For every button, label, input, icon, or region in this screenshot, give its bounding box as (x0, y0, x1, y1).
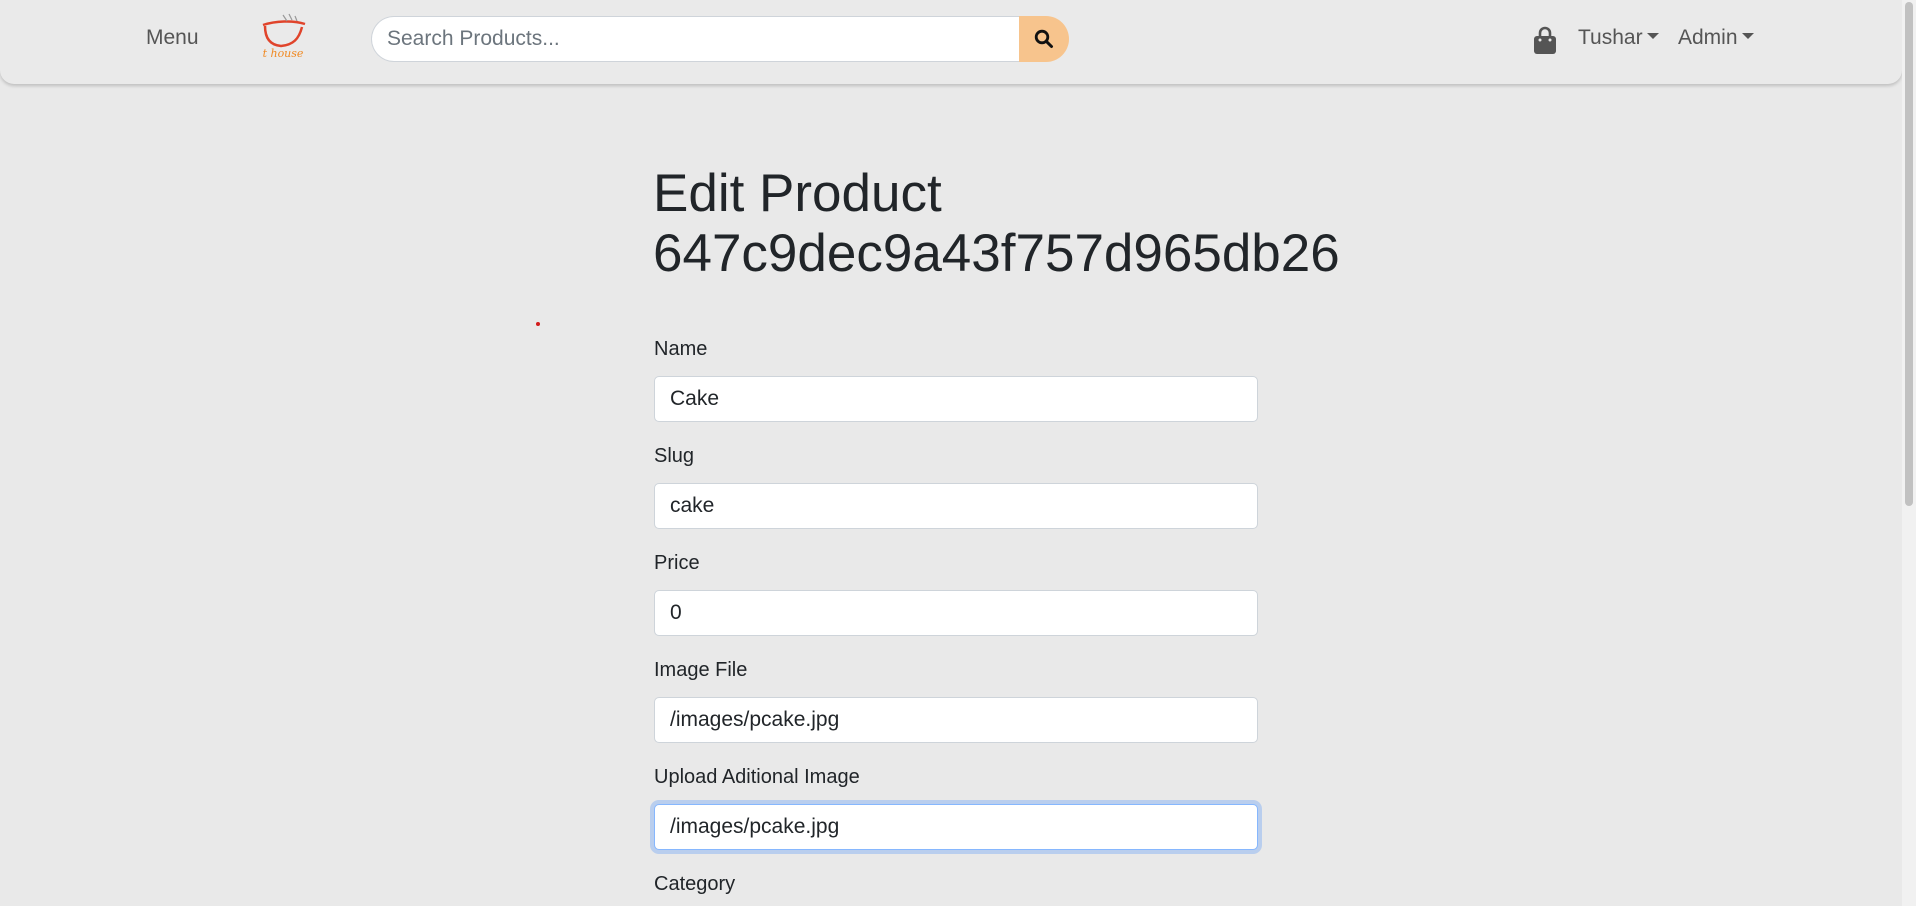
scrollbar-thumb[interactable] (1905, 2, 1913, 506)
cursor-marker (536, 322, 540, 326)
price-input[interactable] (654, 590, 1258, 636)
chevron-down-icon (1646, 33, 1659, 40)
name-label: Name (654, 338, 708, 360)
additional-image-input[interactable] (654, 804, 1258, 850)
user-dropdown[interactable]: Tushar (1578, 26, 1659, 50)
price-label: Price (654, 552, 700, 574)
logo-text: t house (263, 47, 304, 60)
brand-logo[interactable]: t house (253, 11, 313, 63)
admin-dropdown-label: Admin (1678, 26, 1738, 49)
admin-dropdown[interactable]: Admin (1678, 26, 1754, 50)
additional-image-label: Upload Aditional Image (654, 766, 860, 788)
chevron-down-icon (1741, 33, 1754, 40)
search-input[interactable] (371, 16, 1019, 62)
menu-link[interactable]: Menu (146, 26, 199, 50)
search-bar (371, 16, 1069, 62)
slug-label: Slug (654, 445, 695, 467)
shopping-bag-icon[interactable] (1531, 26, 1559, 56)
slug-input[interactable] (654, 483, 1258, 529)
image-file-input[interactable] (654, 697, 1258, 743)
page-scrollbar[interactable] (1902, 0, 1916, 906)
category-label: Category (654, 873, 736, 895)
top-navbar: Menu t house Tushar Ad (0, 0, 1902, 84)
name-input[interactable] (654, 376, 1258, 422)
page: Menu t house Tushar Ad (0, 0, 1916, 906)
page-title: Edit Product 647c9dec9a43f757d965db26 (653, 164, 1340, 284)
search-icon (1034, 29, 1053, 48)
search-button[interactable] (1019, 16, 1069, 62)
image-file-label: Image File (654, 659, 748, 681)
product-id: 647c9dec9a43f757d965db26 (653, 224, 1340, 283)
page-title-line1: Edit Product (653, 164, 942, 223)
user-dropdown-label: Tushar (1578, 26, 1643, 49)
